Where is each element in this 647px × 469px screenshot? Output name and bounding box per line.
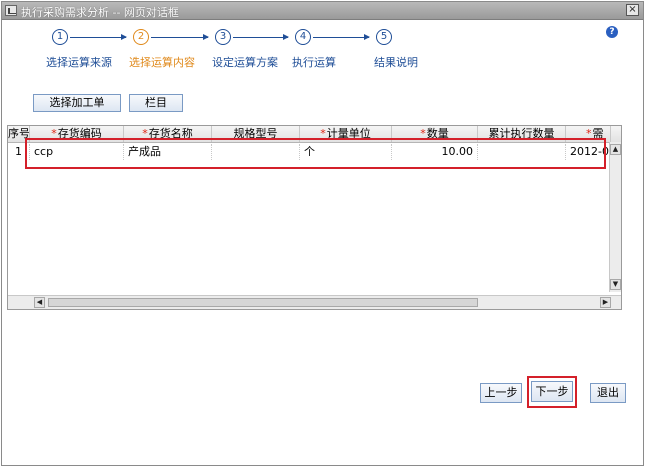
horizontal-scroll-thumb[interactable] xyxy=(48,298,478,307)
col-header-seq[interactable]: 序号 xyxy=(8,126,30,142)
next-step-button[interactable]: 下一步 xyxy=(531,381,573,402)
step-2-arrow xyxy=(151,34,209,40)
title-bar: 执行采购需求分析 -- 网页对话框 × xyxy=(2,2,643,20)
step-2-circle: 2 xyxy=(133,29,149,45)
close-icon[interactable]: × xyxy=(626,4,639,16)
columns-button[interactable]: 栏目 xyxy=(129,94,183,112)
cell-unit[interactable]: 个 xyxy=(300,144,392,160)
step-3-circle: 3 xyxy=(215,29,231,45)
col-header-date[interactable]: *需 xyxy=(566,126,611,142)
cell-spec[interactable] xyxy=(212,144,300,160)
step-5-circle: 5 xyxy=(376,29,392,45)
horizontal-scrollbar[interactable]: ◀ ▶ xyxy=(8,295,621,309)
col-header-spec[interactable]: 规格型号 xyxy=(212,126,300,142)
table-row[interactable]: 1 ccp 产成品 个 10.00 2012-0 xyxy=(8,144,621,160)
cell-date[interactable]: 2012-0 xyxy=(566,144,611,160)
cell-qty[interactable]: 10.00 xyxy=(392,144,478,160)
scroll-down-icon[interactable]: ▼ xyxy=(610,279,621,290)
cell-name[interactable]: 产成品 xyxy=(124,144,212,160)
col-header-qty[interactable]: *数量 xyxy=(392,126,478,142)
step-3-arrow xyxy=(233,34,289,40)
col-header-name[interactable]: *存货名称 xyxy=(124,126,212,142)
content-grid: 序号 *存货编码 *存货名称 规格型号 *计量单位 *数量 累计执行数量 *需 … xyxy=(7,125,622,310)
step-4-label: 执行运算 xyxy=(292,56,336,69)
scroll-left-icon[interactable]: ◀ xyxy=(34,297,45,308)
scroll-right-icon[interactable]: ▶ xyxy=(600,297,611,308)
step-3-label: 设定运算方案 xyxy=(212,56,278,69)
step-5-label: 结果说明 xyxy=(374,56,418,69)
help-icon[interactable]: ? xyxy=(606,26,618,38)
cell-code[interactable]: ccp xyxy=(30,144,124,160)
step-4-arrow xyxy=(313,34,370,40)
col-header-unit[interactable]: *计量单位 xyxy=(300,126,392,142)
step-1-arrow xyxy=(70,34,127,40)
step-4-circle: 4 xyxy=(295,29,311,45)
select-workorder-button[interactable]: 选择加工单 xyxy=(33,94,121,112)
step-2-label: 选择运算内容 xyxy=(129,56,195,69)
cell-executed[interactable] xyxy=(478,144,566,160)
cell-seq: 1 xyxy=(8,144,30,160)
step-1-label: 选择运算来源 xyxy=(46,56,112,69)
dialog-window: 执行采购需求分析 -- 网页对话框 × ? 1 2 3 4 5 选择运算来源 选… xyxy=(1,1,644,466)
window-app-icon xyxy=(5,5,17,16)
exit-button[interactable]: 退出 xyxy=(590,383,626,403)
scroll-up-icon[interactable]: ▲ xyxy=(610,144,621,155)
col-header-code[interactable]: *存货编码 xyxy=(30,126,124,142)
grid-header: 序号 *存货编码 *存货名称 规格型号 *计量单位 *数量 累计执行数量 *需 xyxy=(8,126,621,143)
prev-step-button[interactable]: 上一步 xyxy=(480,383,522,403)
col-header-executed[interactable]: 累计执行数量 xyxy=(478,126,566,142)
step-1-circle: 1 xyxy=(52,29,68,45)
window-title: 执行采购需求分析 -- 网页对话框 xyxy=(21,6,179,19)
vertical-scrollbar[interactable]: ▲ ▼ xyxy=(609,142,621,292)
